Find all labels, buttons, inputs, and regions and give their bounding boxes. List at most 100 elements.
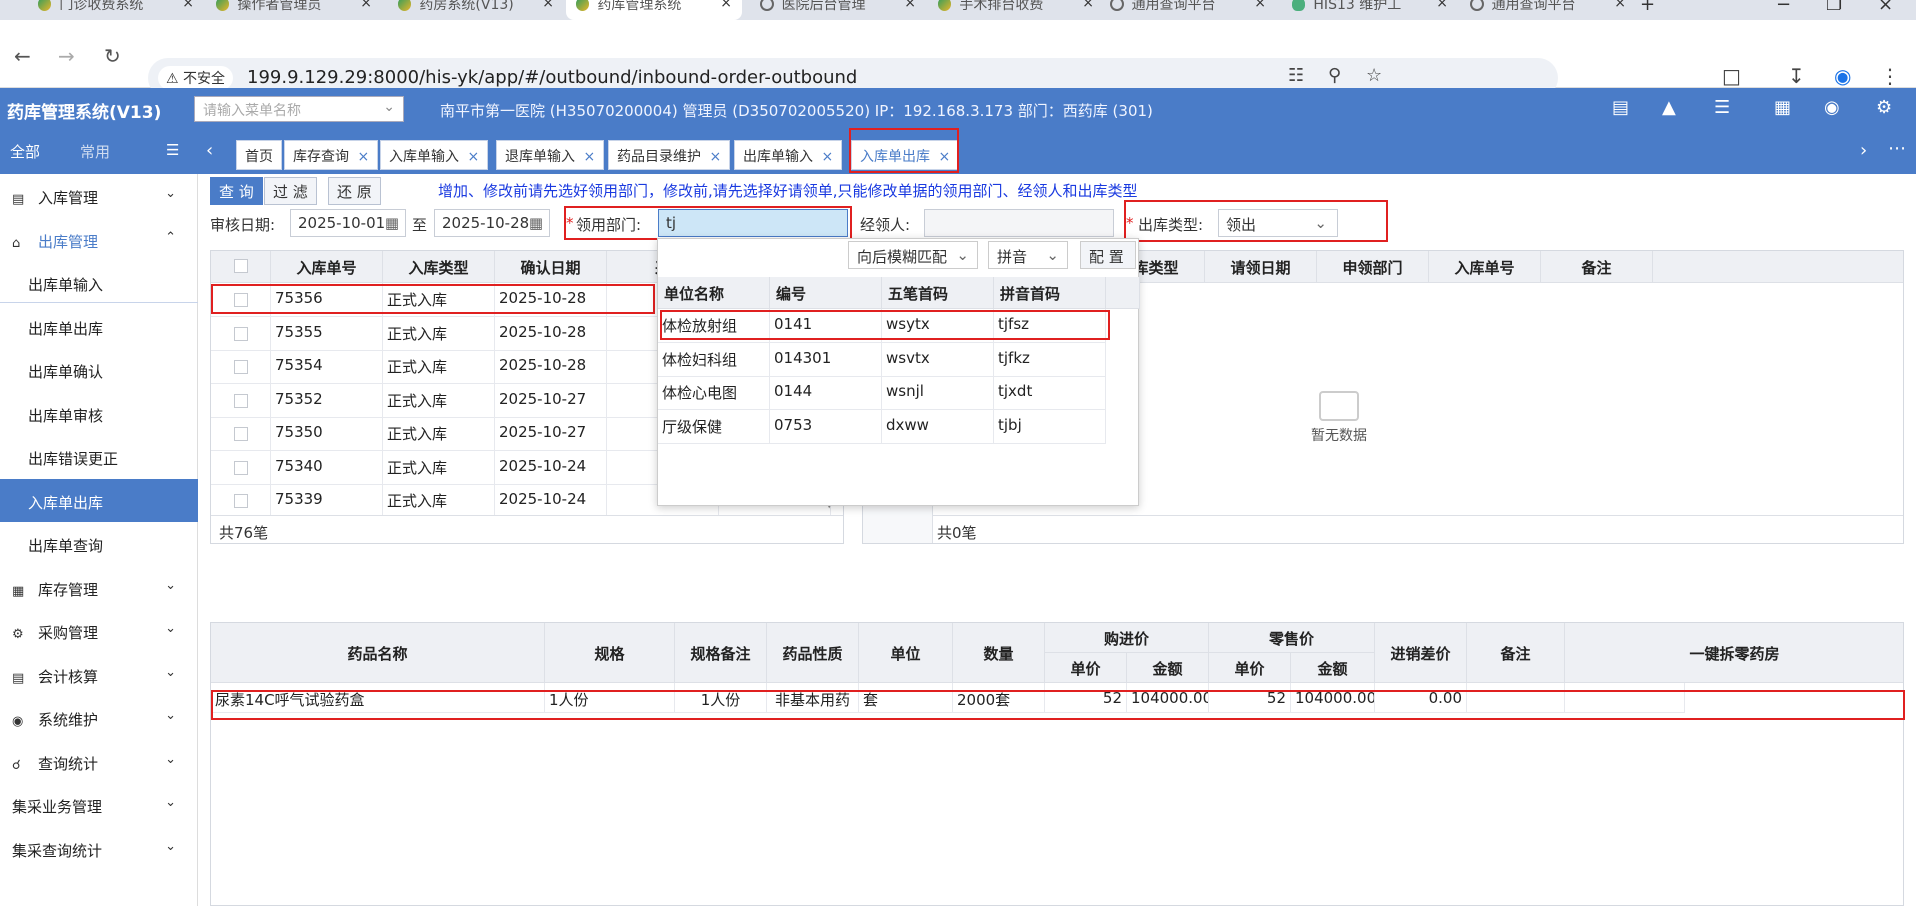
table-cell[interactable]: 104000.00 — [1291, 683, 1375, 713]
restore-button[interactable]: 还 原 — [328, 177, 381, 205]
dropdown-option-cell[interactable]: tjfkz — [994, 342, 1106, 377]
dropdown-option-cell[interactable]: 体检妇科组 — [658, 342, 770, 377]
window-close-icon[interactable]: × — [1878, 0, 1893, 15]
more-icon[interactable]: ⋯ — [1888, 138, 1906, 159]
close-icon[interactable]: × — [182, 0, 194, 11]
receiver-input[interactable] — [924, 209, 1114, 237]
close-icon[interactable]: × — [904, 0, 916, 11]
card-reader-icon[interactable]: ▤ — [1612, 97, 1629, 118]
dropdown-option-cell[interactable]: 0144 — [770, 376, 882, 410]
dropdown-option-cell[interactable]: 厅级保健 — [658, 409, 770, 444]
input-mode-select[interactable]: 拼音 ⌄ — [988, 241, 1068, 269]
browser-tab[interactable]: 通用查询平台 × — [1100, 0, 1276, 20]
close-icon[interactable]: × — [1436, 0, 1448, 11]
sidebar-item[interactable]: 出库单出库 — [0, 305, 198, 348]
table-cell[interactable]: 2000套 — [953, 683, 1045, 713]
table-cell[interactable]: 1人份 — [675, 683, 767, 713]
dropdown-option-cell[interactable]: 体检放射组 — [658, 309, 770, 343]
tab-4[interactable]: 药品目录维护 × — [608, 140, 731, 170]
sidebar-item[interactable]: 出库单审核 — [0, 392, 198, 435]
sidebar-item[interactable]: ☌ 查询统计 ⌄ — [0, 740, 198, 783]
sidebar-item[interactable]: ◉ 系统维护 ⌄ — [0, 696, 198, 739]
table-cell[interactable]: 75340 — [271, 450, 383, 485]
document-icon[interactable]: ▦ — [1774, 97, 1791, 118]
close-icon[interactable]: × — [720, 0, 732, 11]
table-cell[interactable]: 75355 — [271, 316, 383, 351]
url-text[interactable]: 199.9.129.29:8000/his-yk/app/#/outbound/… — [247, 67, 857, 88]
table-cell[interactable]: 52 — [1045, 683, 1127, 713]
sidebar-item[interactable]: 出库单输入 — [0, 261, 198, 304]
sidebar-item[interactable]: ▦ 库存管理 ⌄ — [0, 566, 198, 609]
dropdown-option-cell[interactable]: tjxdt — [994, 376, 1106, 410]
query-button[interactable]: 查 询 — [210, 177, 263, 205]
table-cell[interactable]: 正式入库 — [383, 417, 495, 451]
table-cell[interactable]: 正式入库 — [383, 484, 495, 518]
table-cell[interactable]: 2025-10-24 — [495, 484, 607, 518]
tab-3[interactable]: 退库单输入 × — [496, 140, 605, 170]
table-cell[interactable] — [1565, 683, 1685, 713]
date-to-field[interactable]: 2025-10-28 ▦ — [434, 209, 550, 237]
browser-tab[interactable]: 门诊收费系统 × — [28, 0, 204, 20]
close-icon[interactable]: × — [1082, 0, 1094, 11]
filter-button[interactable]: 过 滤 — [264, 177, 317, 205]
row-checkbox[interactable] — [234, 293, 248, 307]
table-cell[interactable]: 2025-10-24 — [495, 450, 607, 485]
browser-tab[interactable]: 医院后台管理 × — [750, 0, 926, 20]
table-cell[interactable]: 75352 — [271, 383, 383, 418]
row-checkbox[interactable] — [234, 427, 248, 441]
dropdown-option-cell[interactable]: 体检心电图 — [658, 376, 770, 410]
row-checkbox[interactable] — [234, 393, 248, 408]
tabs-scroll-left-icon[interactable]: ‹ — [206, 140, 213, 161]
sidebar-item[interactable]: ▤ 会计核算 ⌄ — [0, 653, 198, 696]
menu-search-select[interactable]: 请输入菜单名称 ⌄ — [194, 96, 404, 122]
download-icon[interactable]: ↧ — [1788, 64, 1805, 88]
table-cell[interactable]: 75350 — [271, 417, 383, 451]
row-checkbox[interactable] — [234, 494, 248, 508]
out-type-select[interactable]: 领出 ⌄ — [1218, 209, 1338, 237]
browser-tab[interactable]: HIS13 维护工 × — [1282, 0, 1458, 20]
sidebar-item[interactable]: 集采业务管理 ⌄ — [0, 783, 198, 826]
sidebar-item[interactable]: ▤ 入库管理 ⌄ — [0, 174, 198, 217]
sidebar-tab-common[interactable]: 常用 — [80, 141, 110, 162]
forward-icon[interactable]: → — [58, 44, 75, 68]
sidebar-tab-all[interactable]: 全部 — [10, 141, 40, 162]
tab-6[interactable]: 入库单出库 × — [851, 140, 960, 170]
close-icon[interactable]: × — [579, 149, 595, 165]
table-cell[interactable]: 正式入库 — [383, 316, 495, 351]
dropdown-option-cell[interactable]: wsnjl — [882, 376, 994, 410]
table-cell[interactable]: 非基本用药 — [767, 683, 859, 713]
sidebar-item[interactable]: 入库单出库 — [0, 478, 198, 522]
minimize-icon[interactable]: − — [1776, 0, 1791, 15]
tab-0[interactable]: 首页 — [236, 140, 282, 170]
new-tab-icon[interactable]: + — [1640, 0, 1655, 15]
table-cell[interactable]: 正式入库 — [383, 383, 495, 418]
dropdown-option-cell[interactable]: 0753 — [770, 409, 882, 444]
row-checkbox[interactable] — [234, 326, 248, 341]
table-cell[interactable]: 75354 — [271, 350, 383, 384]
close-icon[interactable]: × — [463, 149, 479, 165]
sidebar-item[interactable]: 集采查询统计 ⌄ — [0, 827, 198, 870]
table-cell[interactable]: 2025-10-28 — [495, 350, 607, 384]
browser-tab[interactable]: 药房系统(V13) × — [388, 0, 564, 20]
table-cell[interactable]: 75356 — [271, 283, 383, 317]
dept-input[interactable]: tj — [658, 209, 848, 237]
match-mode-select[interactable]: 向后模糊匹配 ⌄ — [848, 241, 978, 269]
config-button[interactable]: 配 置 — [1080, 241, 1136, 269]
table-cell[interactable]: 2025-10-27 — [495, 417, 607, 451]
bookmark-star-icon[interactable]: ☆ — [1366, 65, 1382, 86]
dropdown-option-cell[interactable]: tjbj — [994, 409, 1106, 444]
settings-sliders-icon[interactable]: ☰ — [1714, 97, 1730, 118]
table-cell[interactable]: 正式入库 — [383, 450, 495, 485]
close-icon[interactable]: × — [542, 0, 554, 11]
extensions-icon[interactable]: □ — [1722, 64, 1741, 88]
gear-icon[interactable]: ⚙ — [1876, 97, 1892, 118]
table-cell[interactable] — [1467, 683, 1565, 713]
sidebar-item[interactable]: 出库单查询 — [0, 522, 198, 565]
close-icon[interactable]: × — [1254, 0, 1266, 11]
table-cell[interactable]: 1人份 — [545, 683, 675, 713]
table-cell[interactable]: 52 — [1209, 683, 1291, 713]
tab-5[interactable]: 出库单输入 × — [734, 140, 843, 170]
zoom-icon[interactable]: ⚲ — [1328, 65, 1341, 86]
sidebar-item[interactable]: 出库单确认 — [0, 348, 198, 391]
table-cell[interactable]: 75339 — [271, 484, 383, 518]
